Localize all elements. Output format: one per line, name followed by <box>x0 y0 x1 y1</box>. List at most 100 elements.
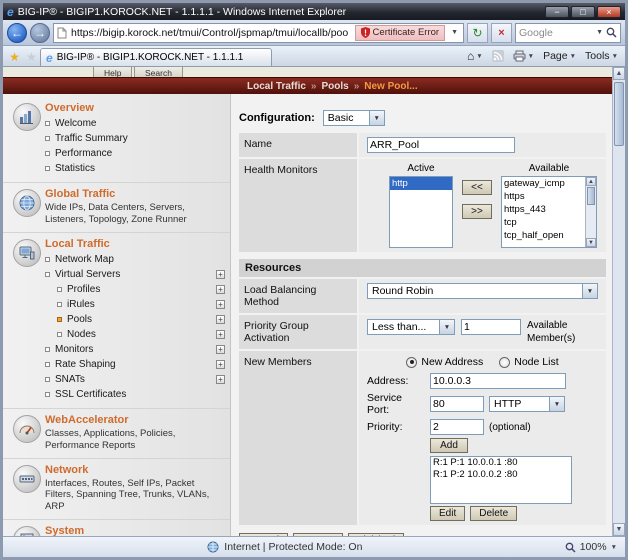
sidebar-item-nodes[interactable]: Nodes+ <box>45 327 225 342</box>
sidebar-item-statistics[interactable]: Statistics <box>45 161 225 176</box>
expand-plus-icon[interactable]: + <box>216 375 225 384</box>
add-favorite-icon[interactable]: ★ <box>23 48 40 66</box>
configuration-select[interactable]: Basic ▼ <box>323 110 385 126</box>
breadcrumb-local-traffic[interactable]: Local Traffic <box>247 81 306 92</box>
zoom-level: 100% <box>580 541 607 553</box>
available-monitor-item[interactable]: https <box>502 190 585 203</box>
expand-plus-icon[interactable]: + <box>216 345 225 354</box>
sidebar-section-network[interactable]: Network Interfaces, Routes, Self IPs, Pa… <box>3 459 230 521</box>
minimize-button[interactable]: − <box>545 6 569 18</box>
vertical-scrollbar[interactable]: ▲ ▼ <box>612 67 625 536</box>
radio-checked-icon[interactable] <box>406 357 417 368</box>
search-box[interactable]: Google ▼ <box>515 23 621 43</box>
sidebar-item-performance[interactable]: Performance <box>45 146 225 161</box>
expand-plus-icon[interactable]: + <box>216 360 225 369</box>
url-field[interactable]: https://bigip.korock.net/tmui/Control/js… <box>53 23 464 43</box>
available-list-scrollbar[interactable]: ▲ ▼ <box>585 177 596 247</box>
priority-group-select[interactable]: Less than... ▼ <box>367 319 455 335</box>
scroll-thumb[interactable] <box>614 82 624 146</box>
scroll-up-icon[interactable]: ▲ <box>613 67 625 80</box>
address-input[interactable] <box>430 373 566 389</box>
sidebar-item-pools[interactable]: Pools+ <box>45 312 225 327</box>
search-magnifier-icon[interactable] <box>606 27 617 38</box>
service-port-input[interactable] <box>430 396 484 412</box>
members-listbox[interactable]: R:1 P:1 10.0.0.1 :80 R:1 P:2 10.0.0.2 :8… <box>430 456 572 504</box>
page-menu-button[interactable]: Page ▼ <box>539 46 580 66</box>
move-to-active-button[interactable]: << <box>462 180 492 195</box>
radio-unchecked-icon[interactable] <box>499 357 510 368</box>
available-monitor-item[interactable]: gateway_icmp <box>502 177 585 190</box>
maximize-button[interactable]: □ <box>571 6 595 18</box>
breadcrumb-pools[interactable]: Pools <box>321 81 348 92</box>
favorites-star-icon[interactable]: ★ <box>6 48 23 66</box>
browser-tab[interactable]: e BIG-IP® - BIGIP1.KOROCK.NET - 1.1.1.1 <box>40 48 272 66</box>
add-member-button[interactable]: Add <box>430 438 468 453</box>
sidebar-item-monitors[interactable]: Monitors+ <box>45 342 225 357</box>
forward-button[interactable]: → <box>30 23 50 43</box>
sidebar-item-snats[interactable]: SNATs+ <box>45 372 225 387</box>
available-monitor-item[interactable]: tcp <box>502 216 585 229</box>
active-monitors-listbox[interactable]: http <box>389 176 453 248</box>
sidebar-item-profiles[interactable]: Profiles+ <box>45 282 225 297</box>
sidebar-section-webaccelerator[interactable]: WebAccelerator Classes, Applications, Po… <box>3 409 230 459</box>
sidebar-item-virtual-servers[interactable]: Virtual Servers+ <box>45 267 225 282</box>
sidebar-section-global-traffic[interactable]: Global Traffic Wide IPs, Data Centers, S… <box>3 183 230 233</box>
overview-icon <box>13 103 41 131</box>
sidebar-item-traffic-summary[interactable]: Traffic Summary <box>45 131 225 146</box>
scroll-down-icon[interactable]: ▼ <box>613 523 625 536</box>
home-button[interactable]: ⌂ ▼ <box>463 46 487 66</box>
close-button[interactable]: × <box>597 6 621 18</box>
active-monitor-item[interactable]: http <box>390 177 452 190</box>
lb-method-select[interactable]: Round Robin ▼ <box>367 283 598 299</box>
feeds-button[interactable] <box>488 46 508 66</box>
tab-help[interactable]: Help <box>93 67 132 77</box>
sidebar-item-network-map[interactable]: Network Map <box>45 252 225 267</box>
zoom-control[interactable]: 100% ▼ <box>565 541 617 553</box>
stop-button[interactable]: × <box>491 23 512 43</box>
priority-group-count-input[interactable] <box>461 319 521 335</box>
scroll-thumb[interactable] <box>587 187 595 205</box>
available-monitor-item[interactable]: tcp_half_open <box>502 229 585 242</box>
tools-menu-button[interactable]: Tools ▼ <box>581 46 622 66</box>
sidebar-section-system[interactable]: System Licensing, Platform, High Availab… <box>3 520 230 536</box>
available-monitors-listbox[interactable]: gateway_icmp https https_443 tcp tcp_hal… <box>501 176 597 248</box>
certificate-error-badge[interactable]: Certificate Error <box>355 25 446 41</box>
priority-input[interactable] <box>430 419 484 435</box>
edit-member-button[interactable]: Edit <box>430 506 465 521</box>
print-button[interactable]: ▼ <box>509 46 538 66</box>
node-list-radio[interactable]: Node List <box>499 356 558 368</box>
member-item[interactable]: R:1 P:1 10.0.0.1 :80 <box>431 457 571 469</box>
expand-plus-icon[interactable]: + <box>216 330 225 339</box>
new-address-radio[interactable]: New Address <box>406 356 483 368</box>
available-monitor-item[interactable]: https_443 <box>502 203 585 216</box>
select-arrow-icon: ▼ <box>582 284 597 298</box>
zoom-chevron-icon[interactable]: ▼ <box>611 544 617 551</box>
system-icon <box>13 526 41 536</box>
f5-page: Help Search Local Traffic » Pools » New … <box>3 67 612 536</box>
name-input[interactable] <box>367 137 515 153</box>
expand-plus-icon[interactable]: + <box>216 270 225 279</box>
tab-search[interactable]: Search <box>134 67 183 77</box>
webaccelerator-icon <box>13 415 41 443</box>
back-button[interactable]: ← <box>7 23 27 43</box>
title-bar: e BIG-IP® - BIGIP1.KOROCK.NET - 1.1.1.1 … <box>3 3 625 20</box>
sidebar-item-ssl-certificates[interactable]: SSL Certificates <box>45 387 225 402</box>
scroll-up-icon[interactable]: ▲ <box>586 177 596 186</box>
scroll-down-icon[interactable]: ▼ <box>586 238 596 247</box>
member-item[interactable]: R:1 P:2 10.0.0.2 :80 <box>431 469 571 481</box>
expand-plus-icon[interactable]: + <box>216 285 225 294</box>
sidebar-item-rate-shaping[interactable]: Rate Shaping+ <box>45 357 225 372</box>
expand-plus-icon[interactable]: + <box>216 315 225 324</box>
service-select[interactable]: HTTP ▼ <box>489 396 565 412</box>
move-to-available-button[interactable]: >> <box>462 204 492 219</box>
search-provider-chevron-icon[interactable]: ▼ <box>596 29 603 36</box>
url-history-chevron-icon[interactable]: ▼ <box>449 29 460 36</box>
section-desc-global-traffic: Wide IPs, Data Centers, Servers, Listene… <box>45 202 225 226</box>
expand-plus-icon[interactable]: + <box>216 300 225 309</box>
sidebar-item-irules[interactable]: iRules+ <box>45 297 225 312</box>
delete-member-button[interactable]: Delete <box>470 506 517 521</box>
security-zone-text: Internet | Protected Mode: On <box>224 541 362 553</box>
sidebar-item-welcome[interactable]: Welcome <box>45 116 225 131</box>
refresh-button[interactable]: ↻ <box>467 23 488 43</box>
printer-icon <box>513 50 526 62</box>
